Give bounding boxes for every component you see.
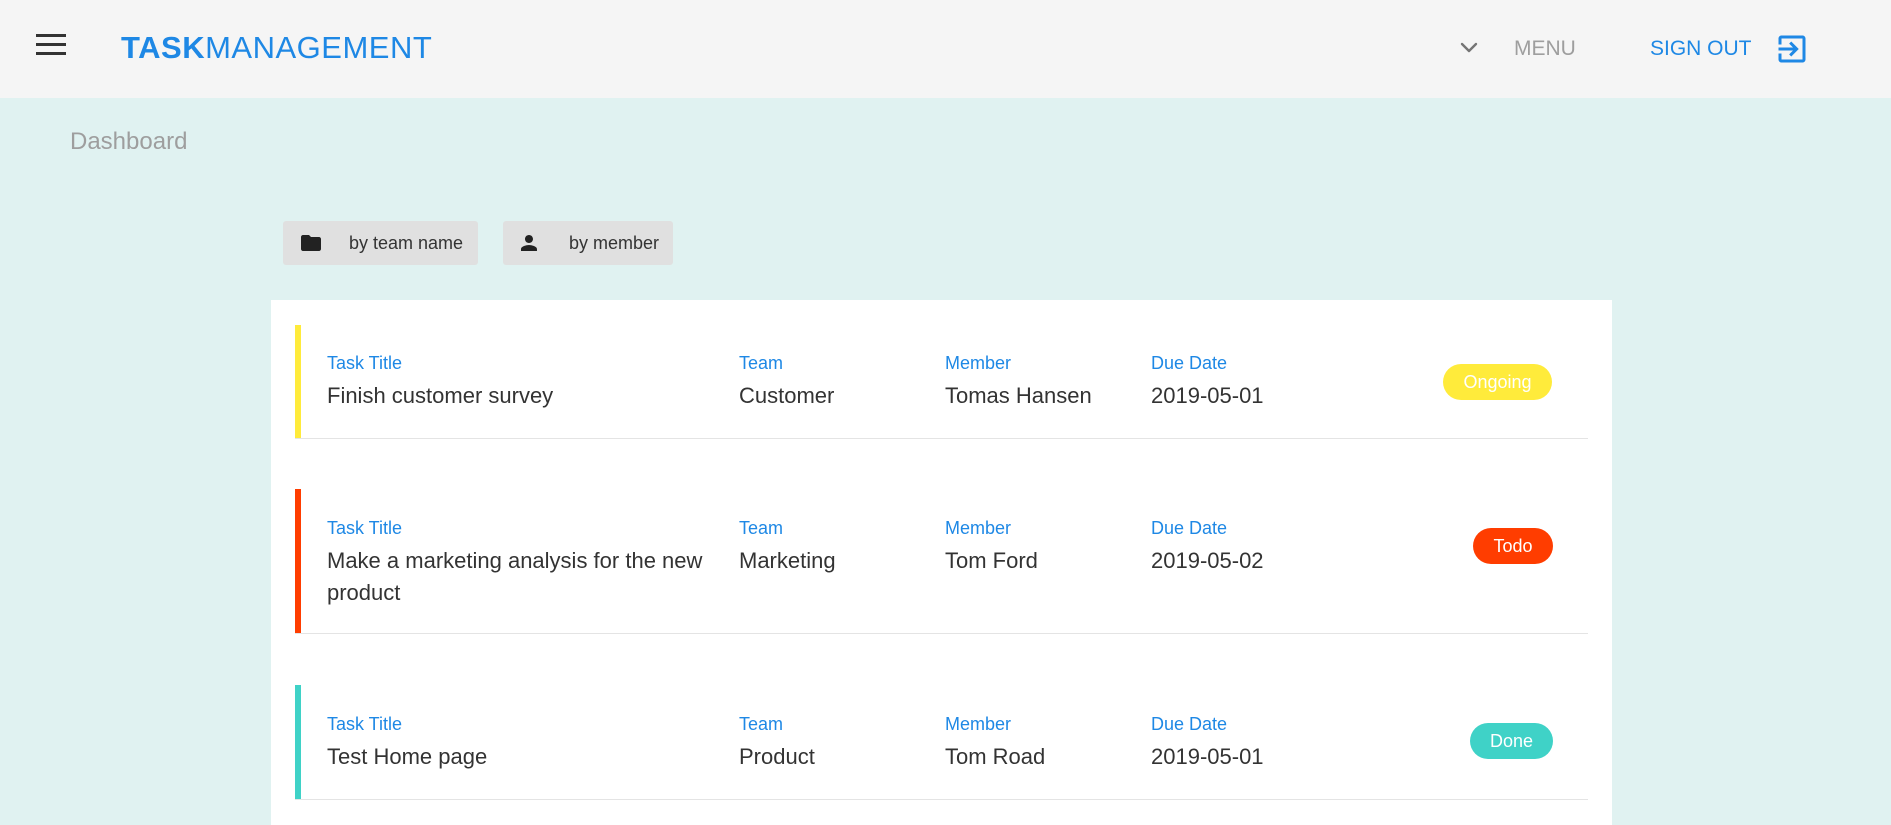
task-due-label: Due Date: [1151, 518, 1228, 538]
sign-out-label: SIGN OUT: [1650, 37, 1752, 60]
folder-icon: [301, 235, 321, 251]
task-due-label: Due Date: [1151, 353, 1228, 373]
task-member-value: Tom Ford: [945, 548, 1038, 573]
task-team-cell: Team Customer: [739, 352, 939, 412]
status-badge[interactable]: Done: [1470, 723, 1553, 759]
task-member-label: Member: [945, 714, 1012, 734]
task-due-value: 2019-05-01: [1151, 383, 1264, 408]
task-team-value: Product: [739, 744, 815, 769]
chevron-down-icon[interactable]: [1457, 36, 1481, 60]
menu-button[interactable]: MENU: [1514, 37, 1576, 61]
task-due-value: 2019-05-01: [1151, 744, 1264, 769]
task-title-cell: Task Title Make a marketing analysis for…: [327, 517, 727, 609]
task-accent-bar: [295, 489, 301, 633]
status-badge[interactable]: Ongoing: [1443, 364, 1552, 400]
task-member-cell: Member Tom Ford: [945, 517, 1145, 577]
task-row[interactable]: Task Title Test Home page Team Product M…: [295, 685, 1588, 800]
person-icon: [520, 235, 537, 251]
task-member-label: Member: [945, 518, 1012, 538]
task-title-label: Task Title: [327, 518, 403, 538]
sign-out-button[interactable]: SIGN OUT: [1650, 32, 1810, 66]
task-row[interactable]: Task Title Finish customer survey Team C…: [295, 325, 1588, 439]
task-card: Task Title Test Home page Team Product M…: [271, 660, 1612, 825]
page-title: Dashboard: [70, 128, 188, 155]
filter-by-team-button[interactable]: by team name: [283, 221, 478, 265]
task-member-value: Tom Road: [945, 744, 1046, 769]
task-due-cell: Due Date 2019-05-01: [1151, 713, 1351, 773]
task-team-cell: Team Product: [739, 713, 939, 773]
app-logo[interactable]: TASKMANAGEMENT: [121, 30, 432, 66]
task-due-cell: Due Date 2019-05-02: [1151, 517, 1351, 577]
task-member-label: Member: [945, 353, 1012, 373]
task-title-cell: Task Title Test Home page: [327, 713, 727, 773]
task-team-value: Marketing: [739, 548, 836, 573]
task-team-label: Team: [739, 518, 784, 538]
task-team-label: Team: [739, 353, 784, 373]
filter-by-member-button[interactable]: by member: [503, 221, 673, 265]
task-title-value: Finish customer survey: [327, 383, 554, 408]
task-member-value: Tomas Hansen: [945, 383, 1092, 408]
task-title-label: Task Title: [327, 353, 403, 373]
task-row[interactable]: Task Title Make a marketing analysis for…: [295, 489, 1588, 634]
task-member-cell: Member Tomas Hansen: [945, 352, 1145, 412]
task-title-value: Make a marketing analysis for the new pr…: [327, 548, 703, 605]
task-title-value: Test Home page: [327, 744, 488, 769]
task-member-cell: Member Tom Road: [945, 713, 1145, 773]
brand-light: MANAGEMENT: [205, 30, 433, 65]
app-bar: TASKMANAGEMENT MENU SIGN OUT: [0, 0, 1891, 98]
brand-bold: TASK: [121, 30, 206, 65]
status-badge[interactable]: Todo: [1473, 528, 1553, 564]
task-title-cell: Task Title Finish customer survey: [327, 352, 727, 412]
task-due-label: Due Date: [1151, 714, 1228, 734]
filter-by-member-label: by member: [568, 232, 659, 253]
task-accent-bar: [295, 325, 301, 438]
task-team-label: Team: [739, 714, 784, 734]
task-team-cell: Team Marketing: [739, 517, 939, 577]
task-title-label: Task Title: [327, 714, 403, 734]
task-due-value: 2019-05-02: [1151, 548, 1264, 573]
exit-to-app-icon: [1778, 35, 1806, 63]
filter-by-team-label: by team name: [349, 232, 464, 253]
task-due-cell: Due Date 2019-05-01: [1151, 352, 1351, 412]
hamburger-icon[interactable]: [36, 34, 66, 64]
task-card: Task Title Finish customer survey Team C…: [271, 300, 1612, 466]
task-team-value: Customer: [739, 383, 835, 408]
task-accent-bar: [295, 685, 301, 799]
task-card: Task Title Make a marketing analysis for…: [271, 465, 1612, 661]
